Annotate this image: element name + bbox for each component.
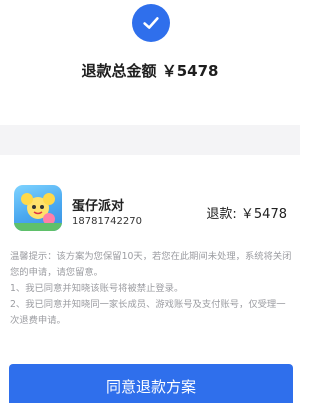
notice-text: 温馨提示：该方案为您保留10天，若您在此期间未处理，系统将关闭您的申请，请您留意… (10, 249, 292, 329)
game-app-icon (14, 185, 62, 231)
checkmark-icon (143, 17, 159, 29)
notice-line: 2、我已同意并知晓同一家长成员、游戏账号及支付账号，仅受理一次退费申请。 (10, 299, 286, 326)
account-phone: 18781742270 (72, 216, 142, 227)
agree-refund-button[interactable]: 同意退款方案 (9, 364, 293, 403)
section-divider (0, 125, 300, 155)
notice-line: 1、我已同意并知晓该账号将被禁止登录。 (10, 283, 184, 294)
game-name: 蛋仔派对 (72, 199, 125, 214)
success-check-icon (132, 4, 170, 42)
game-info-row: 蛋仔派对 18781742270 退款: ￥5478 (0, 165, 300, 235)
refund-total-amount: 退款总金额 ￥5478 (81, 62, 219, 80)
refund-amount: 退款: ￥5478 (206, 207, 287, 222)
notice-line: 温馨提示：该方案为您保留10天，若您在此期间未处理，系统将关闭您的申请，请您留意… (10, 251, 292, 278)
